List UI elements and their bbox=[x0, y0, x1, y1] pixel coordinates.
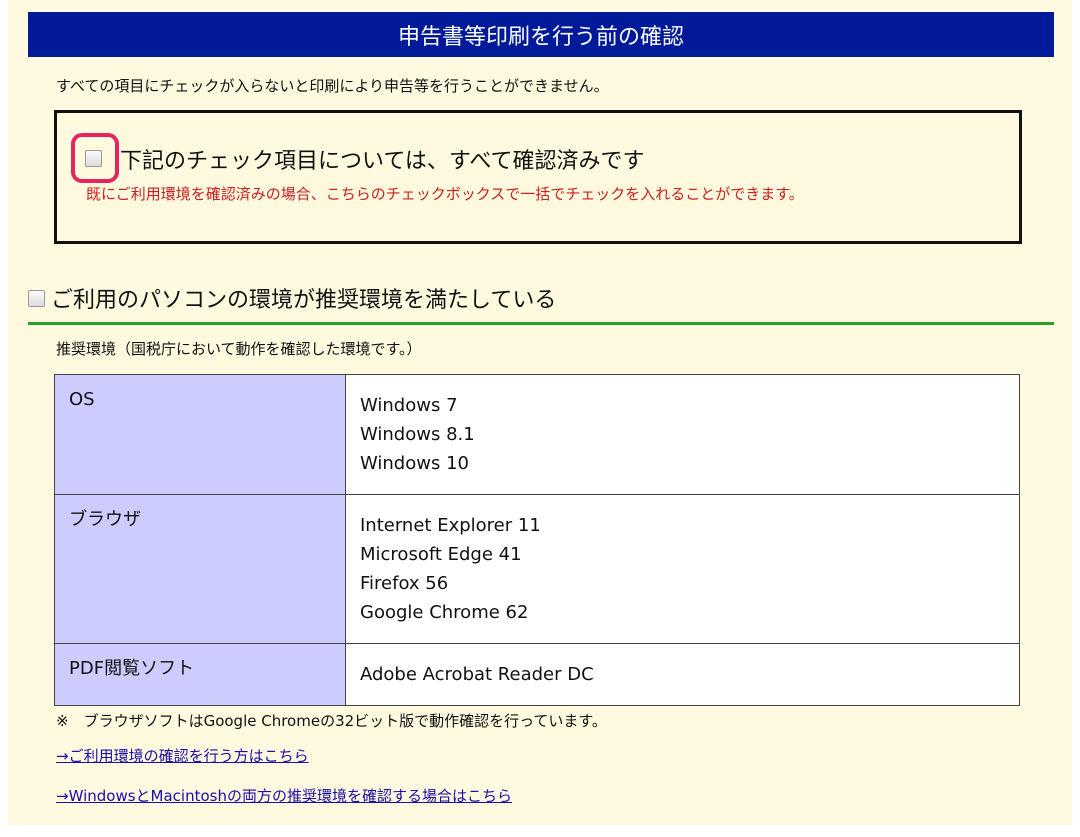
bulk-confirm-checkbox[interactable] bbox=[85, 150, 102, 167]
value-line: Windows 7 bbox=[360, 395, 458, 416]
page-header: 申告書等印刷を行う前の確認 bbox=[28, 12, 1054, 57]
env-value-browser: Internet Explorer 11 Microsoft Edge 41 F… bbox=[345, 494, 1020, 644]
browser-footnote: ※ ブラウザソフトはGoogle Chromeの32ビット版で動作確認を行ってい… bbox=[56, 712, 607, 730]
bulk-confirm-label[interactable]: 下記のチェック項目については、すべて確認済みです bbox=[120, 143, 644, 175]
env-confirm-checkbox[interactable] bbox=[28, 289, 45, 307]
env-value-pdf: Adobe Acrobat Reader DC bbox=[345, 643, 1020, 706]
env-value-os: Windows 7 Windows 8.1 Windows 10 bbox=[345, 374, 1020, 495]
value-line: Google Chrome 62 bbox=[360, 602, 529, 623]
value-line: Windows 8.1 bbox=[360, 424, 475, 445]
page-title: 申告書等印刷を行う前の確認 bbox=[397, 24, 684, 50]
env-key-browser: ブラウザ bbox=[54, 494, 346, 644]
confirmation-page: 申告書等印刷を行う前の確認 すべての項目にチェックが入らないと印刷により申告等を… bbox=[8, 0, 1072, 825]
env-section: ご利用のパソコンの環境が推奨環境を満たしている bbox=[28, 282, 1054, 325]
table-row: OS Windows 7 Windows 8.1 Windows 10 bbox=[54, 374, 1020, 495]
value-line: Adobe Acrobat Reader DC bbox=[360, 664, 594, 685]
value-line: Microsoft Edge 41 bbox=[360, 544, 522, 565]
env-subtext: 推奨環境（国税庁において動作を確認した環境です。） bbox=[56, 340, 422, 358]
bulk-checkbox-highlight bbox=[71, 133, 119, 183]
bulk-check-box: 下記のチェック項目については、すべて確認済みです 既にご利用環境を確認済みの場合… bbox=[54, 110, 1022, 244]
env-check-howto-link[interactable]: →ご利用環境の確認を行う方はこちら bbox=[56, 745, 309, 766]
env-table: OS Windows 7 Windows 8.1 Windows 10 ブラウザ… bbox=[54, 374, 1020, 706]
value-line: Firefox 56 bbox=[360, 573, 449, 594]
env-confirm-label[interactable]: ご利用のパソコンの環境が推奨環境を満たしている bbox=[51, 282, 556, 314]
bulk-confirm-note: 既にご利用環境を確認済みの場合、こちらのチェックボックスで一括でチェックを入れる… bbox=[86, 185, 804, 203]
table-row: PDF閲覧ソフト Adobe Acrobat Reader DC bbox=[54, 643, 1020, 706]
value-line: Windows 10 bbox=[360, 453, 469, 474]
intro-text: すべての項目にチェックが入らないと印刷により申告等を行うことができません。 bbox=[56, 77, 609, 95]
env-section-heading: ご利用のパソコンの環境が推奨環境を満たしている bbox=[28, 282, 1054, 325]
win-mac-env-link[interactable]: →WindowsとMacintoshの両方の推奨環境を確認する場合はこちら bbox=[56, 785, 512, 806]
value-line: Internet Explorer 11 bbox=[360, 515, 541, 536]
table-row: ブラウザ Internet Explorer 11 Microsoft Edge… bbox=[54, 494, 1020, 644]
env-key-os: OS bbox=[54, 374, 346, 495]
env-key-pdf: PDF閲覧ソフト bbox=[54, 643, 346, 706]
